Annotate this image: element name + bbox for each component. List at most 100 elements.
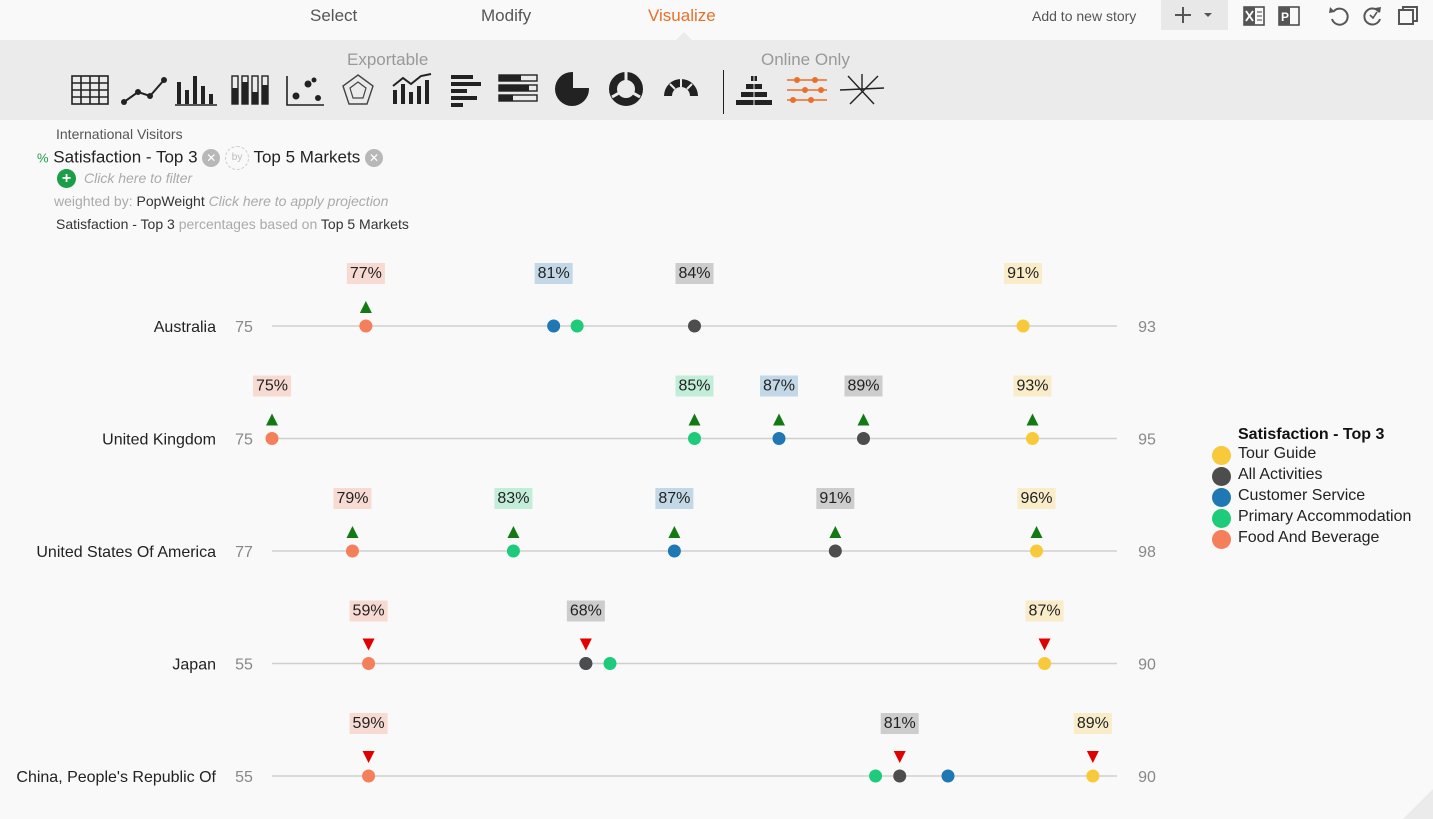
data-point — [828, 544, 842, 558]
undo-icon[interactable] — [1327, 4, 1351, 28]
data-label: 89% — [847, 378, 879, 395]
bar-chart-icon[interactable] — [449, 72, 483, 108]
axis-min-label: 55 — [235, 657, 253, 674]
tab-select[interactable]: Select — [310, 6, 357, 26]
basis-measure: Satisfaction - Top 3 — [56, 216, 175, 232]
exportable-label: Exportable — [347, 50, 429, 69]
data-point — [688, 432, 701, 445]
data-label: 59% — [353, 715, 385, 732]
trend-down-arrow — [362, 638, 375, 651]
projection-placeholder[interactable]: Click here to apply projection — [209, 193, 389, 209]
legend-item[interactable]: Food And Beverage — [1212, 529, 1384, 550]
data-label: 83% — [497, 490, 529, 507]
tab-modify[interactable]: Modify — [481, 6, 531, 26]
trend-up-arrow — [829, 526, 842, 538]
legend-item[interactable]: All Activities — [1212, 466, 1384, 487]
network-icon[interactable] — [838, 72, 886, 108]
data-point — [893, 769, 907, 783]
weight-name[interactable]: PopWeight — [137, 193, 205, 209]
legend-label: All Activities — [1238, 466, 1323, 483]
data-label: 96% — [1021, 490, 1053, 507]
data-point — [603, 657, 617, 670]
data-point — [345, 544, 359, 558]
chart-row: Australia 75 93 77% 81% 84% 91% — [154, 263, 1156, 336]
pyramid-icon[interactable] — [735, 72, 773, 108]
add-story-button[interactable] — [1161, 0, 1228, 30]
legend-swatch — [1212, 530, 1231, 549]
trend-up-arrow — [1030, 526, 1043, 538]
stacked-column-icon[interactable] — [229, 72, 271, 108]
data-point — [1086, 769, 1100, 783]
chart-legend: Satisfaction - Top 3 Tour Guide All Activ… — [1212, 426, 1411, 550]
percent-indicator: % — [37, 150, 49, 166]
stacked-bar-icon[interactable] — [497, 72, 539, 108]
axis-min-label: 75 — [235, 432, 253, 449]
data-point — [362, 657, 376, 670]
trend-down-arrow — [579, 638, 592, 651]
data-point — [579, 657, 593, 670]
top-bar: Select Modify Visualize Add to new story… — [0, 0, 1433, 41]
data-point — [1026, 432, 1039, 445]
legend-label: Food And Beverage — [1238, 529, 1380, 546]
table-icon[interactable] — [70, 72, 110, 108]
chart-row: United Kingdom 75 95 75% 85% 87% 89% 93% — [102, 375, 1156, 449]
plus-icon — [1175, 7, 1212, 23]
data-label: 81% — [884, 715, 916, 732]
legend-swatch — [1212, 509, 1231, 528]
legend-item[interactable]: Primary Accommodation — [1212, 508, 1411, 529]
trend-up-arrow — [359, 301, 372, 313]
data-label: 59% — [353, 603, 385, 620]
weighting-line: weighted by: PopWeight Click here to app… — [54, 193, 388, 209]
gauge-icon[interactable] — [661, 74, 701, 102]
data-point — [667, 544, 681, 558]
filter-placeholder[interactable]: Click here to filter — [84, 170, 192, 186]
pie-chart-icon[interactable] — [553, 70, 591, 108]
data-point — [359, 319, 373, 333]
legend-swatch — [1212, 467, 1231, 486]
percentage-basis-line: Satisfaction - Top 3 percentages based o… — [56, 216, 409, 232]
data-label: 89% — [1077, 715, 1109, 732]
axis-min-label: 77 — [235, 544, 253, 561]
combo-chart-icon[interactable] — [390, 72, 434, 108]
legend-swatch — [1212, 488, 1231, 507]
legend-item[interactable]: Tour Guide — [1212, 445, 1384, 466]
scatter-icon[interactable] — [284, 72, 326, 108]
category-label: United States Of America — [36, 544, 216, 561]
chart-type-toolbar: Exportable Online Only — [0, 40, 1433, 120]
trend-up-arrow — [507, 526, 520, 538]
powerpoint-export-icon[interactable]: P — [1278, 5, 1300, 27]
measure-chip[interactable]: Satisfaction - Top 3 — [53, 147, 197, 166]
excel-export-icon[interactable] — [1243, 5, 1265, 27]
category-label: Australia — [154, 319, 216, 336]
axis-max-label: 95 — [1138, 432, 1156, 449]
data-point — [506, 544, 520, 558]
add-to-story-link[interactable]: Add to new story — [1032, 8, 1136, 24]
column-chart-icon[interactable] — [175, 72, 217, 108]
line-chart-icon[interactable] — [120, 72, 168, 108]
category-label: Japan — [172, 657, 216, 674]
legend-item[interactable]: Customer Service — [1212, 487, 1384, 508]
remove-measure-button[interactable]: ✕ — [202, 149, 221, 167]
trend-up-arrow — [773, 413, 785, 426]
resize-corner[interactable] — [1403, 789, 1433, 819]
chart-row: China, People's Republic Of 55 90 59% 81% 89% — [16, 713, 1156, 786]
legend-label: Tour Guide — [1238, 445, 1317, 462]
axis-min-label: 55 — [235, 769, 253, 786]
refresh-icon[interactable] — [1361, 4, 1385, 28]
legend-swatch — [1212, 446, 1231, 465]
donut-chart-icon[interactable] — [607, 70, 645, 108]
tab-visualize[interactable]: Visualize — [648, 6, 716, 26]
data-point — [570, 319, 584, 333]
data-point — [941, 769, 955, 783]
add-filter-button[interactable]: + — [57, 169, 76, 188]
trend-up-arrow — [668, 526, 681, 538]
dot-plot-icon[interactable] — [785, 72, 829, 108]
data-point — [1016, 319, 1030, 333]
by-swap-icon[interactable]: by — [225, 146, 250, 170]
trend-down-arrow — [362, 751, 375, 763]
restore-window-icon[interactable] — [1396, 4, 1420, 28]
radar-icon[interactable] — [340, 72, 376, 108]
axis-min-label: 75 — [235, 319, 253, 336]
dimension-chip[interactable]: Top 5 Markets — [253, 147, 360, 166]
remove-dimension-button[interactable]: ✕ — [364, 149, 383, 167]
